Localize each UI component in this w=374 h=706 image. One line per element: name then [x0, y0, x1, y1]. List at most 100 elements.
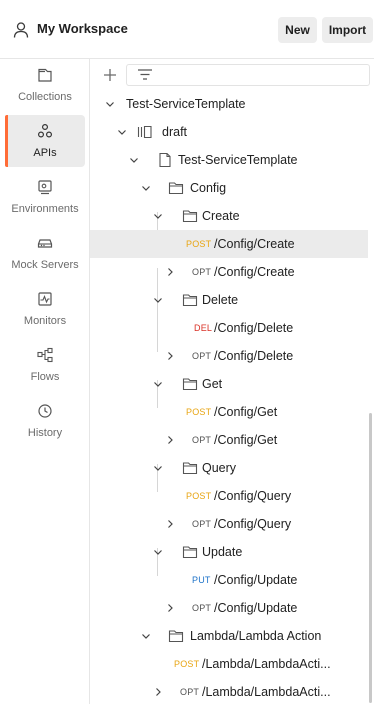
sidebar-item-label: Flows — [30, 371, 60, 383]
flows-icon — [37, 347, 53, 363]
tree-item-label: Lambda/Lambda Action — [190, 629, 322, 643]
method-badge: PUT — [192, 575, 211, 585]
filter-button[interactable] — [126, 64, 370, 86]
folder-icon — [168, 182, 184, 195]
sidebar-item-monitors[interactable]: Monitors — [5, 283, 85, 335]
chevron-down-icon — [142, 186, 150, 191]
tree-request-put-config-update[interactable]: PUT /Config/Update — [90, 566, 368, 594]
tree-request-opt-lambda[interactable]: OPT /Lambda/LambdaActi... — [90, 678, 368, 706]
tree-item-label: Config — [190, 181, 227, 195]
collections-icon — [38, 68, 52, 82]
mock-servers-icon — [37, 239, 53, 248]
tree-item-label: /Config/Delete — [214, 321, 294, 335]
tree-request-opt-config-create[interactable]: OPT /Config/Create — [90, 258, 368, 286]
tree-item-label: /Config/Query — [214, 489, 292, 503]
folder-icon — [168, 630, 184, 643]
folder-icon — [182, 546, 198, 559]
tree-request-del-config-delete[interactable]: DEL /Config/Delete — [90, 314, 368, 342]
tree-item-definition[interactable]: Test-ServiceTemplate — [90, 146, 368, 174]
tree-item-label: Update — [202, 545, 243, 559]
tree-item-label: Test-ServiceTemplate — [126, 97, 246, 111]
plus-icon[interactable] — [102, 67, 118, 83]
tree-folder-config[interactable]: Config — [90, 174, 368, 202]
tree-request-opt-config-delete[interactable]: OPT /Config/Delete — [90, 342, 368, 370]
tree-item-api[interactable]: Test-ServiceTemplate — [90, 90, 368, 118]
tree-request-opt-config-get[interactable]: OPT /Config/Get — [90, 426, 368, 454]
chevron-right-icon — [168, 520, 173, 528]
tree-item-label: /Config/Update — [214, 573, 298, 587]
chevron-down-icon — [142, 634, 150, 639]
chevron-right-icon — [156, 688, 161, 696]
workspace-title[interactable]: My Workspace — [37, 21, 128, 36]
sidebar-item-label: Mock Servers — [11, 259, 79, 271]
environments-icon — [38, 180, 52, 195]
tree-item-label: Query — [202, 461, 237, 475]
filter-icon — [138, 69, 152, 80]
monitors-icon — [38, 292, 52, 306]
import-button[interactable]: Import — [322, 17, 373, 43]
folder-icon — [182, 378, 198, 391]
tree-request-post-config-get[interactable]: POST /Config/Get — [90, 398, 368, 426]
api-tree-panel: Test-ServiceTemplate draft Test-ServiceT… — [90, 59, 374, 704]
tree-item-label: Create — [202, 209, 240, 223]
sidebar-item-label: History — [27, 427, 63, 439]
workspace-header: My Workspace New Import — [0, 0, 374, 59]
tree-item-version[interactable]: draft — [90, 118, 368, 146]
method-badge: OPT — [192, 603, 212, 613]
chevron-down-icon — [154, 466, 162, 471]
chevron-right-icon — [168, 268, 173, 276]
tree-request-opt-config-update[interactable]: OPT /Config/Update — [90, 594, 368, 622]
folder-icon — [182, 294, 198, 307]
tree-item-label: Get — [202, 377, 223, 391]
chevron-down-icon — [130, 158, 138, 163]
new-button[interactable]: New — [278, 17, 317, 43]
method-badge: POST — [186, 239, 212, 249]
chevron-down-icon — [154, 214, 162, 219]
vertical-scrollbar[interactable] — [369, 413, 372, 703]
tree-request-post-lambda[interactable]: POST /Lambda/LambdaActi... — [90, 650, 368, 678]
sidebar-item-collections[interactable]: Collections — [5, 59, 85, 111]
tree-folder-update[interactable]: Update — [90, 538, 368, 566]
chevron-down-icon — [154, 298, 162, 303]
version-icon — [137, 125, 152, 139]
method-badge: OPT — [192, 519, 212, 529]
method-badge: POST — [186, 407, 212, 417]
tree-item-label: /Config/Delete — [214, 349, 294, 363]
tree-item-label: /Config/Get — [214, 433, 278, 447]
tree-request-post-config-create[interactable]: POST /Config/Create — [90, 230, 368, 258]
tree-item-label: /Config/Create — [214, 265, 295, 279]
tree-folder-delete[interactable]: Delete — [90, 286, 368, 314]
sidebar-item-mock-servers[interactable]: Mock Servers — [5, 227, 85, 279]
chevron-down-icon — [154, 550, 162, 555]
history-icon — [38, 404, 52, 418]
chevron-down-icon — [118, 130, 126, 135]
method-badge: POST — [174, 659, 200, 669]
method-badge: OPT — [192, 267, 212, 277]
document-icon — [159, 152, 171, 168]
apis-icon — [37, 123, 53, 138]
method-badge: OPT — [192, 435, 212, 445]
tree-request-post-config-query[interactable]: POST /Config/Query — [90, 482, 368, 510]
chevron-down-icon — [154, 382, 162, 387]
tree-folder-get[interactable]: Get — [90, 370, 368, 398]
sidebar-item-history[interactable]: History — [5, 395, 85, 447]
tree-folder-query[interactable]: Query — [90, 454, 368, 482]
tree-item-label: Delete — [202, 293, 239, 307]
left-sidebar: Collections APIs Environments Mock Serve… — [0, 59, 90, 704]
tree-folder-create[interactable]: Create — [90, 202, 368, 230]
tree-item-label: Test-ServiceTemplate — [178, 153, 298, 167]
sidebar-item-environments[interactable]: Environments — [5, 171, 85, 223]
tree-item-label: /Config/Query — [214, 517, 292, 531]
folder-icon — [182, 462, 198, 475]
tree-request-opt-config-query[interactable]: OPT /Config/Query — [90, 510, 368, 538]
tree-item-label: /Config/Get — [214, 405, 278, 419]
tree-item-label: /Config/Create — [214, 237, 295, 251]
method-badge: POST — [186, 491, 212, 501]
user-icon — [13, 22, 29, 38]
tree-item-label: /Lambda/LambdaActi... — [202, 657, 331, 671]
method-badge: OPT — [180, 687, 200, 697]
tree-folder-lambda[interactable]: Lambda/Lambda Action — [90, 622, 368, 650]
method-badge: DEL — [194, 323, 213, 333]
sidebar-item-apis[interactable]: APIs — [5, 115, 85, 167]
sidebar-item-flows[interactable]: Flows — [5, 339, 85, 391]
